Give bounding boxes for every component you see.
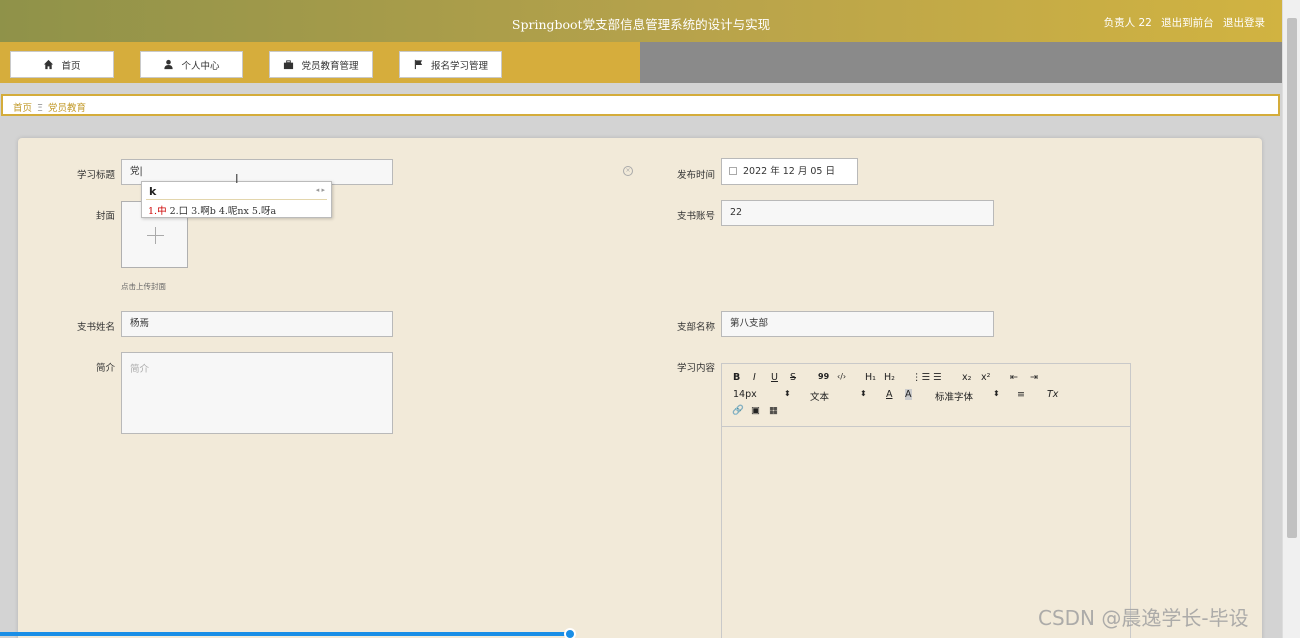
user-label: 负责人 22 (1103, 17, 1152, 29)
rich-text-editor: B I U S 99 ‹/› H₁ H₂ ⋮☰ ☰ x₂ x² ⇤ ⇥ 14px… (721, 363, 1131, 638)
font-size-select[interactable]: 14px (733, 389, 757, 400)
progress-knob[interactable] (564, 628, 576, 638)
flag-icon (414, 59, 423, 70)
secretary-name-input[interactable]: 杨焉 (121, 311, 393, 337)
h1-button[interactable]: H₁ (865, 372, 876, 383)
nav-item-label: 个人中心 (181, 60, 220, 72)
outdent-button[interactable]: ⇤ (1010, 372, 1018, 383)
bullet-list-button[interactable]: ☰ (933, 372, 942, 383)
ime-composition: k (149, 185, 157, 198)
clear-format-button[interactable]: Tx (1047, 389, 1058, 400)
breadcrumb: 首页 Ξ 党员教育 (1, 94, 1280, 116)
bold-button[interactable]: B (733, 372, 740, 383)
h2-button[interactable]: H₂ (884, 372, 895, 383)
nav-item-education[interactable]: 党员教育管理 (269, 51, 373, 78)
calendar-icon (729, 167, 737, 175)
italic-button[interactable]: I (753, 372, 756, 383)
breadcrumb-home[interactable]: 首页 (13, 103, 32, 114)
account-label: 支书账号 (676, 211, 715, 222)
intro-textarea[interactable]: 简介 (121, 352, 393, 434)
ordered-list-button[interactable]: ⋮☰ (912, 372, 930, 383)
title-label: 学习标题 (76, 170, 115, 181)
background-color-button[interactable]: A (905, 389, 912, 400)
select-arrow-icon: ⬍ (784, 389, 791, 398)
scrollbar-thumb[interactable] (1287, 18, 1297, 538)
indent-button[interactable]: ⇥ (1030, 372, 1038, 383)
nav-item-label: 报名学习管理 (430, 60, 488, 72)
ime-candidates[interactable]: 1.中 2.口 3.啊b 4.呢nx 5.呀a (148, 203, 276, 217)
intro-label: 简介 (95, 363, 115, 374)
quote-button[interactable]: 99 (818, 372, 829, 381)
secretary-name-label: 支书姓名 (76, 322, 115, 333)
top-header: Springboot党支部信息管理系统的设计与实现 负责人 22 退出到前台 退… (0, 0, 1282, 42)
publish-time-value: 2022 年 12 月 05 日 (743, 166, 835, 177)
nav-item-label: 党员教育管理 (301, 60, 359, 72)
strike-button[interactable]: S (790, 372, 796, 383)
watermark: CSDN @晨逸学长-毕设 (1038, 606, 1249, 630)
text-cursor-icon: I (235, 172, 239, 186)
ime-divider (146, 199, 327, 200)
ime-page-arrows[interactable]: ◂ ▸ (316, 186, 325, 194)
home-icon (44, 59, 54, 70)
cover-upload-hint: 点击上传封面 (121, 282, 166, 291)
ime-candidate-popup: k ◂ ▸ 1.中 2.口 3.啊b 4.呢nx 5.呀a (141, 181, 332, 218)
clear-icon[interactable]: × (623, 166, 633, 176)
publish-time-input[interactable]: 2022 年 12 月 05 日 (721, 158, 858, 185)
logout-link[interactable]: 退出登录 (1223, 17, 1265, 29)
font-color-button[interactable]: A (886, 389, 893, 400)
nav-item-home[interactable]: 首页 (10, 51, 114, 78)
format-select[interactable]: 文本 (810, 389, 829, 403)
image-button[interactable]: ▣ (751, 405, 760, 416)
font-family-select[interactable]: 标准字体 (935, 389, 973, 403)
align-select[interactable]: ≡ (1017, 389, 1025, 400)
cover-label: 封面 (95, 211, 115, 222)
editor-toolbar: B I U S 99 ‹/› H₁ H₂ ⋮☰ ☰ x₂ x² ⇤ ⇥ 14px… (722, 364, 1130, 427)
video-button[interactable]: ▦ (769, 405, 778, 416)
breadcrumb-separator: Ξ (37, 103, 44, 114)
branch-label: 支部名称 (676, 322, 715, 333)
briefcase-icon (284, 60, 294, 70)
nav-item-label: 首页 (61, 60, 81, 72)
ime-candidate-rest[interactable]: 2.口 3.啊b 4.呢nx 5.呀a (167, 206, 277, 217)
content-label: 学习内容 (676, 363, 715, 374)
select-arrow-icon: ⬍ (993, 389, 1000, 398)
back-to-front-link[interactable]: 退出到前台 (1161, 17, 1214, 29)
user-icon (164, 59, 174, 70)
system-title: Springboot党支部信息管理系统的设计与实现 (511, 17, 771, 32)
progress-bar[interactable] (0, 632, 570, 636)
breadcrumb-current: 党员教育 (48, 103, 87, 114)
ime-candidate-first[interactable]: 1.中 (148, 206, 167, 217)
publish-time-label: 发布时间 (676, 170, 715, 181)
account-input[interactable]: 22 (721, 200, 994, 226)
branch-input[interactable]: 第八支部 (721, 311, 994, 337)
user-area: 负责人 22 退出到前台 退出登录 (1098, 15, 1265, 30)
nav-item-profile[interactable]: 个人中心 (140, 51, 243, 78)
nav-bar: 首页 个人中心 党员教育管理 报名学习管理 (0, 42, 1282, 83)
link-button[interactable]: 🔗 (732, 405, 744, 416)
vertical-scrollbar[interactable] (1282, 0, 1300, 638)
nav-item-signup[interactable]: 报名学习管理 (399, 51, 502, 78)
underline-button[interactable]: U (771, 372, 778, 383)
code-button[interactable]: ‹/› (837, 372, 846, 381)
superscript-button[interactable]: x² (981, 372, 990, 383)
select-arrow-icon: ⬍ (860, 389, 867, 398)
subscript-button[interactable]: x₂ (962, 372, 971, 383)
